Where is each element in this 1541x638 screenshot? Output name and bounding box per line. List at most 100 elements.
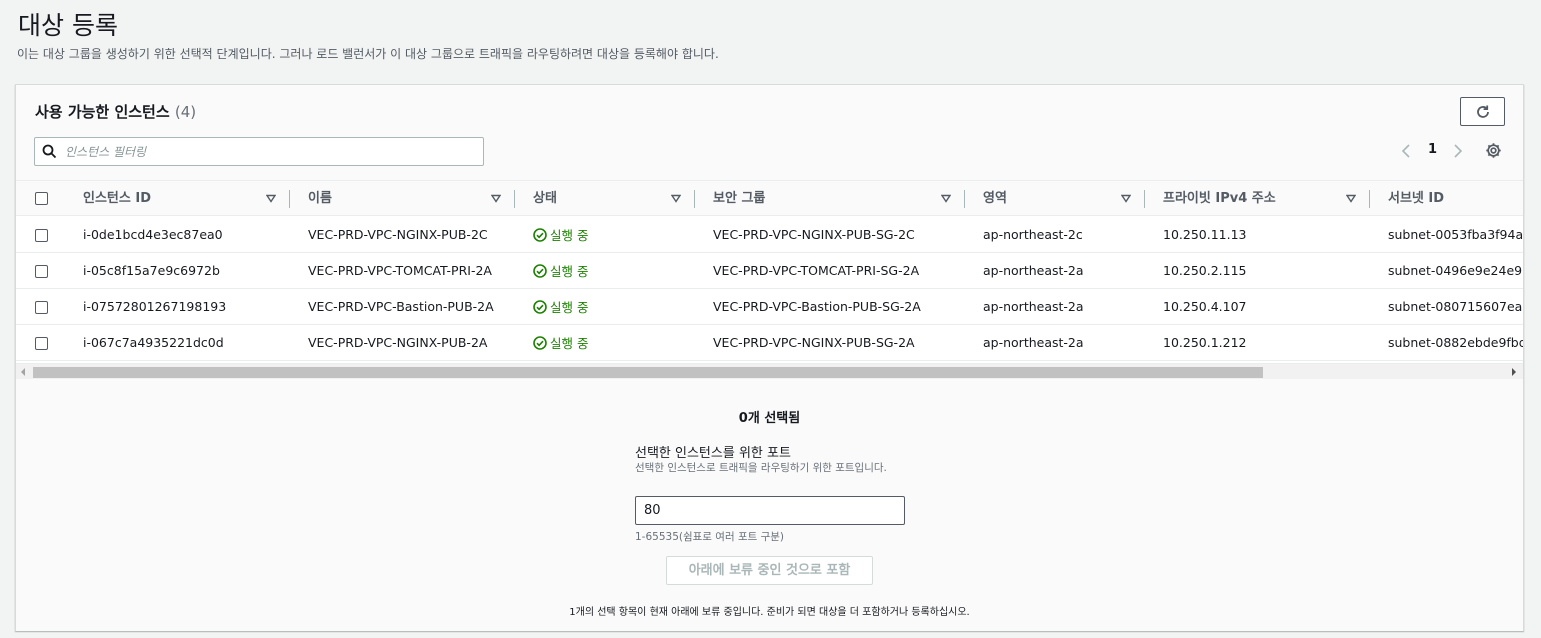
- status-text: 실행 중: [550, 335, 589, 351]
- table-header: 인스턴스 ID 이름 상태 보안 그룹 영역 프라이빗 IPv4 주소 서브넷 …: [16, 181, 1523, 216]
- pending-note: 1개의 선택 항목이 현재 아래에 보류 중입니다. 준비가 되면 대상을 더 …: [569, 607, 970, 618]
- subnet-id: subnet-080715607ea19: [1388, 299, 1523, 314]
- instance-name: VEC-PRD-VPC-NGINX-PUB-2A: [308, 335, 488, 350]
- security-group: VEC-PRD-VPC-NGINX-PUB-SG-2C: [713, 227, 915, 242]
- security-group: VEC-PRD-VPC-Bastion-PUB-SG-2A: [713, 299, 921, 314]
- horizontal-scrollbar[interactable]: [16, 363, 1523, 379]
- scroll-right-arrow[interactable]: [1512, 368, 1516, 376]
- subnet-id: subnet-0053fba3f94a65: [1388, 227, 1523, 242]
- column-header-private-ipv4[interactable]: 프라이빗 IPv4 주소: [1163, 181, 1276, 216]
- page-number[interactable]: 1: [1428, 142, 1437, 157]
- instance-id: i-0de1bcd4e3ec87ea0: [83, 227, 223, 242]
- column-header-name[interactable]: 이름: [308, 181, 332, 216]
- instance-name: VEC-PRD-VPC-TOMCAT-PRI-2A: [308, 263, 492, 278]
- select-all-checkbox[interactable]: [35, 192, 48, 205]
- column-header-zone[interactable]: 영역: [983, 181, 1007, 216]
- sort-down-icon[interactable]: [671, 181, 681, 216]
- panel-title: 사용 가능한 인스턴스 (4): [35, 101, 196, 122]
- include-as-pending-button[interactable]: 아래에 보류 중인 것으로 포함: [666, 556, 873, 585]
- column-header-security-group[interactable]: 보안 그룹: [713, 181, 765, 216]
- check-circle-icon: [533, 336, 547, 350]
- chevron-left-icon[interactable]: [1400, 143, 1412, 159]
- port-description: 선택한 인스턴스로 트래픽을 라우팅하기 위한 포트입니다.: [635, 462, 887, 474]
- refresh-button[interactable]: [1460, 97, 1505, 126]
- row-checkbox[interactable]: [35, 265, 48, 278]
- zone: ap-northeast-2a: [983, 263, 1084, 278]
- instance-id: i-07572801267198193: [83, 299, 227, 314]
- scroll-left-arrow[interactable]: [21, 368, 25, 376]
- chevron-right-icon[interactable]: [1452, 143, 1464, 159]
- column-divider[interactable]: [514, 190, 515, 208]
- panel-title-text: 사용 가능한 인스턴스: [35, 103, 170, 121]
- status-cell: 실행 중: [533, 217, 588, 253]
- scroll-thumb[interactable]: [33, 367, 1263, 378]
- private-ip: 10.250.11.13: [1163, 227, 1247, 242]
- column-label: 영역: [983, 191, 1007, 206]
- status-text: 실행 중: [550, 227, 589, 243]
- zone: ap-northeast-2a: [983, 335, 1084, 350]
- instance-filter[interactable]: [34, 137, 484, 166]
- private-ip: 10.250.1.212: [1163, 335, 1247, 350]
- zone: ap-northeast-2c: [983, 227, 1083, 242]
- column-divider[interactable]: [964, 190, 965, 208]
- instance-id: i-067c7a4935221dc0d: [83, 335, 224, 350]
- column-header-status[interactable]: 상태: [533, 181, 557, 216]
- port-label: 선택한 인스턴스를 위한 포트: [635, 446, 791, 461]
- private-ip: 10.250.4.107: [1163, 299, 1247, 314]
- column-divider[interactable]: [289, 190, 290, 208]
- instance-id: i-05c8f15a7e9c6972b: [83, 263, 220, 278]
- sort-down-icon[interactable]: [266, 181, 276, 216]
- refresh-icon: [1476, 105, 1489, 118]
- sort-down-icon[interactable]: [941, 181, 951, 216]
- security-group: VEC-PRD-VPC-NGINX-PUB-SG-2A: [713, 335, 915, 350]
- check-circle-icon: [533, 300, 547, 314]
- subnet-id: subnet-0882ebde9fbd4: [1388, 335, 1523, 350]
- status-text: 실행 중: [550, 299, 589, 315]
- column-label: 프라이빗 IPv4 주소: [1163, 191, 1276, 206]
- status-cell: 실행 중: [533, 289, 588, 325]
- page-title: 대상 등록: [18, 11, 118, 40]
- sort-down-icon[interactable]: [1121, 181, 1131, 216]
- row-checkbox[interactable]: [35, 229, 48, 242]
- column-label: 서브넷 ID: [1388, 191, 1445, 206]
- security-group: VEC-PRD-VPC-TOMCAT-PRI-SG-2A: [713, 263, 920, 278]
- table-row[interactable]: i-05c8f15a7e9c6972b VEC-PRD-VPC-TOMCAT-P…: [16, 253, 1523, 289]
- sort-down-icon[interactable]: [491, 181, 501, 216]
- column-header-instance-id[interactable]: 인스턴스 ID: [83, 181, 151, 216]
- column-header-subnet-id[interactable]: 서브넷 ID: [1388, 181, 1444, 216]
- selection-section: 0개 선택됨 선택한 인스턴스를 위한 포트 선택한 인스턴스로 트래픽을 라우…: [16, 379, 1523, 631]
- page-description: 이는 대상 그룹을 생성하기 위한 선택적 단계입니다. 그러나 로드 밸런서가…: [17, 47, 719, 61]
- column-label: 보안 그룹: [713, 191, 766, 206]
- port-field[interactable]: [635, 496, 905, 525]
- row-checkbox[interactable]: [35, 337, 48, 350]
- available-instances-panel: 사용 가능한 인스턴스 (4) 1: [15, 84, 1524, 631]
- table-row[interactable]: i-0de1bcd4e3ec87ea0 VEC-PRD-VPC-NGINX-PU…: [16, 217, 1523, 253]
- sort-down-icon[interactable]: [1346, 181, 1356, 216]
- check-circle-icon: [533, 264, 547, 278]
- row-checkbox[interactable]: [35, 301, 48, 314]
- private-ip: 10.250.2.115: [1163, 263, 1247, 278]
- column-divider[interactable]: [1369, 190, 1370, 208]
- panel-header: 사용 가능한 인스턴스 (4) 1: [16, 85, 1523, 181]
- table-row[interactable]: i-07572801267198193 VEC-PRD-VPC-Bastion-…: [16, 289, 1523, 325]
- status-text: 실행 중: [550, 263, 589, 279]
- column-label: 이름: [308, 191, 332, 206]
- instance-count: (4): [174, 103, 197, 121]
- status-cell: 실행 중: [533, 253, 588, 289]
- column-divider[interactable]: [694, 190, 695, 208]
- search-icon: [42, 144, 57, 159]
- check-circle-icon: [533, 228, 547, 242]
- status-cell: 실행 중: [533, 325, 588, 361]
- instance-name: VEC-PRD-VPC-NGINX-PUB-2C: [308, 227, 488, 242]
- column-divider[interactable]: [1144, 190, 1145, 208]
- instance-name: VEC-PRD-VPC-Bastion-PUB-2A: [308, 299, 494, 314]
- column-label: 상태: [533, 191, 557, 206]
- instances-table: 인스턴스 ID 이름 상태 보안 그룹 영역 프라이빗 IPv4 주소 서브넷 …: [16, 181, 1523, 362]
- gear-icon[interactable]: [1485, 142, 1502, 159]
- selected-count: 0개 선택됨: [738, 411, 801, 426]
- filter-input[interactable]: [63, 140, 473, 163]
- zone: ap-northeast-2a: [983, 299, 1084, 314]
- table-row[interactable]: i-067c7a4935221dc0d VEC-PRD-VPC-NGINX-PU…: [16, 325, 1523, 361]
- port-hint: 1-65535(쉼표로 여러 포트 구분): [635, 531, 785, 543]
- subnet-id: subnet-0496e9e24e954: [1388, 263, 1523, 278]
